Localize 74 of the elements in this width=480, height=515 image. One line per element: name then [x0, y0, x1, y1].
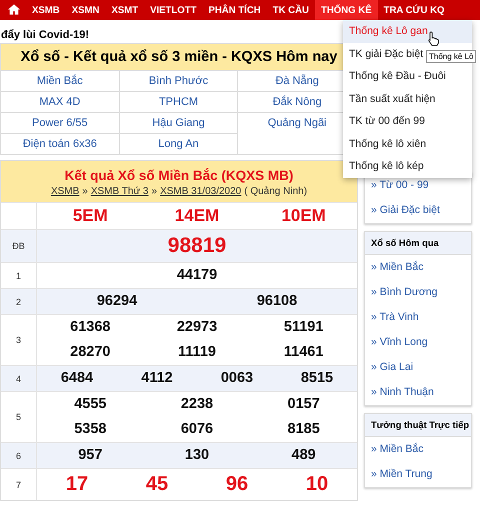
- winning-number: 45: [146, 472, 168, 497]
- prize-label: 7: [1, 469, 37, 500]
- winning-number: 4555: [74, 395, 106, 414]
- winning-number: 130: [184, 446, 210, 465]
- region-link[interactable]: TPHCM: [120, 91, 238, 112]
- sidebar-link[interactable]: » Miền Bắc: [365, 437, 471, 462]
- breadcrumb-separator: »: [82, 186, 88, 197]
- sidebar-link[interactable]: » Vĩnh Long: [365, 330, 471, 355]
- menu-item[interactable]: TK từ 00 đến 99: [343, 110, 472, 132]
- winning-number: 11119: [178, 343, 216, 362]
- winning-number: 0157: [288, 395, 320, 414]
- breadcrumb-link[interactable]: XSMB Thứ 3: [90, 186, 148, 197]
- winning-number: 44179: [176, 266, 218, 285]
- nav-tab[interactable]: VIETLOTT: [144, 0, 202, 20]
- winning-number: 0063: [220, 369, 254, 388]
- draw-code: 5EM: [72, 205, 108, 227]
- winning-number: 96294: [96, 292, 138, 311]
- card-title: Tưởng thuật Trực tiếp: [365, 414, 471, 437]
- nav-tab[interactable]: TRA CỨU KQ: [378, 0, 450, 20]
- menu-item[interactable]: Thống kê Đầu - Đuôi: [343, 65, 472, 88]
- winning-number: 957: [78, 446, 102, 465]
- winning-number: 98819: [168, 233, 226, 259]
- region-link[interactable]: Long An: [120, 133, 238, 154]
- winning-number: 51191: [284, 318, 324, 337]
- winning-number: 6484: [60, 369, 94, 388]
- winning-number: 6076: [180, 420, 214, 439]
- region-link[interactable]: MAX 4D: [1, 91, 120, 112]
- hand-cursor-icon: [428, 31, 440, 46]
- nav-tab[interactable]: XSMN: [66, 0, 106, 20]
- region-link[interactable]: Power 6/55: [1, 112, 120, 133]
- winning-number: 17: [66, 472, 88, 497]
- sidebar-link[interactable]: » Miền Bắc: [365, 255, 471, 280]
- winning-number: 10: [306, 472, 328, 497]
- menu-item[interactable]: Thống kê lô kép: [343, 155, 472, 178]
- sidebar-link[interactable]: » Ninh Thuận: [365, 380, 471, 405]
- winning-number: 96108: [256, 292, 298, 311]
- winning-number: 5358: [74, 420, 106, 439]
- nav-tab[interactable]: THỐNG KÊ: [314, 0, 378, 20]
- tooltip: Thống kê Lô: [426, 50, 476, 63]
- region-link[interactable]: Điện toán 6x36: [1, 133, 120, 154]
- winning-number: 28270: [70, 343, 110, 362]
- winning-number: 2238: [180, 395, 214, 414]
- nav-tab[interactable]: XSMB: [26, 0, 66, 20]
- sidebar-link[interactable]: » Miền Trung: [365, 462, 471, 487]
- nav-tab[interactable]: TK CẦU: [266, 0, 315, 20]
- winning-number: 8185: [288, 420, 320, 439]
- sidebar-link[interactable]: » Trà Vinh: [365, 305, 471, 330]
- winning-number: 96: [226, 472, 248, 497]
- nav-tab[interactable]: PHÂN TÍCH: [202, 0, 267, 20]
- winning-number: 22973: [176, 318, 218, 337]
- province-label: ( Quảng Ninh): [244, 186, 308, 197]
- menu-item[interactable]: Tần suất xuất hiện: [343, 88, 472, 110]
- results-title: Kết quả Xổ số Miền Bắc (KQXS MB): [64, 168, 294, 183]
- menu-item[interactable]: Thống kê Lô gan: [343, 20, 472, 42]
- nav-tab[interactable]: XSMT: [105, 0, 144, 20]
- winning-number: 4112: [141, 369, 173, 388]
- home-icon[interactable]: [8, 4, 20, 15]
- breadcrumb-separator: »: [152, 186, 158, 197]
- region-link[interactable]: Bình Phước: [120, 70, 238, 91]
- region-link[interactable]: Miền Bắc: [1, 70, 120, 91]
- winning-number: 11461: [284, 343, 324, 362]
- menu-item[interactable]: Thống kê lô xiên: [343, 132, 472, 155]
- winning-number: 489: [292, 446, 316, 465]
- sidebar-link[interactable]: » Gia Lai: [365, 355, 471, 380]
- sidebar-link[interactable]: » Bình Dương: [365, 280, 471, 305]
- breadcrumb-link[interactable]: XSMB 31/03/2020: [160, 186, 242, 197]
- sidebar-link[interactable]: » Giải Đặc biệt: [365, 198, 471, 223]
- winning-number: 61368: [70, 318, 110, 337]
- card-title: Xổ số Hôm qua: [365, 232, 471, 255]
- draw-code: 10EM: [281, 205, 326, 227]
- breadcrumb-link[interactable]: XSMB: [50, 186, 80, 197]
- winning-number: 8515: [300, 369, 334, 388]
- draw-code: 14EM: [174, 205, 220, 227]
- region-link[interactable]: Hậu Giang: [120, 112, 238, 133]
